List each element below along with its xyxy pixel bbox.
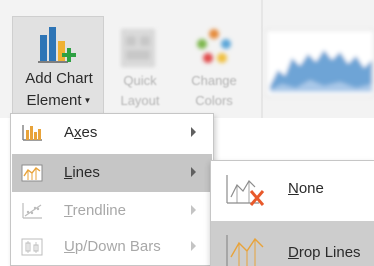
chevron-right-icon [191,167,196,177]
up-down-bars-icon [21,238,43,256]
menu-item-label: Lines [64,164,100,181]
quick-layout-icon[interactable] [118,26,160,70]
menu-item-lines[interactable]: Lines [12,154,212,192]
lines-submenu: None Drop Lines [210,160,374,266]
change-colors-label[interactable]: Change [186,72,242,89]
chevron-right-icon [191,127,196,137]
quick-layout-label-line2: Layout [120,93,160,108]
lines-icon [21,164,43,182]
menu-item-trendline[interactable]: Trendline [12,192,212,230]
submenu-item-label: Drop Lines [288,244,361,261]
add-chart-element-button[interactable]: Add Chart Element ▼ [12,16,104,116]
add-chart-element-label-line2: Element ▼ [26,92,92,109]
no-lines-icon [226,175,265,206]
submenu-item-drop-lines[interactable]: Drop Lines [211,221,374,266]
change-colors-icon[interactable] [190,24,238,70]
add-chart-element-icon [38,27,76,63]
submenu-item-none[interactable]: None [211,161,374,217]
add-chart-element-label: Add Chart [25,70,93,87]
chevron-right-icon [191,205,196,215]
trendline-icon [22,203,42,219]
submenu-item-label: None [288,180,324,197]
chevron-down-icon: ▼ [83,96,92,106]
menu-item-label: Up/Down Bars [64,238,161,255]
menu-item-label: Trendline [64,202,126,219]
menu-item-up-down-bars[interactable]: Up/Down Bars [12,228,212,266]
change-colors-label-line2: Colors [195,93,233,108]
drop-lines-icon [226,235,264,266]
chevron-right-icon [191,241,196,251]
add-chart-element-menu: Axes Lines Trendline Up/Down Bars [10,113,214,266]
axes-icon [22,125,42,141]
quick-layout-label[interactable]: Quick [120,72,160,89]
menu-item-label: Axes [64,124,98,141]
menu-item-axes[interactable]: Axes [12,114,212,152]
